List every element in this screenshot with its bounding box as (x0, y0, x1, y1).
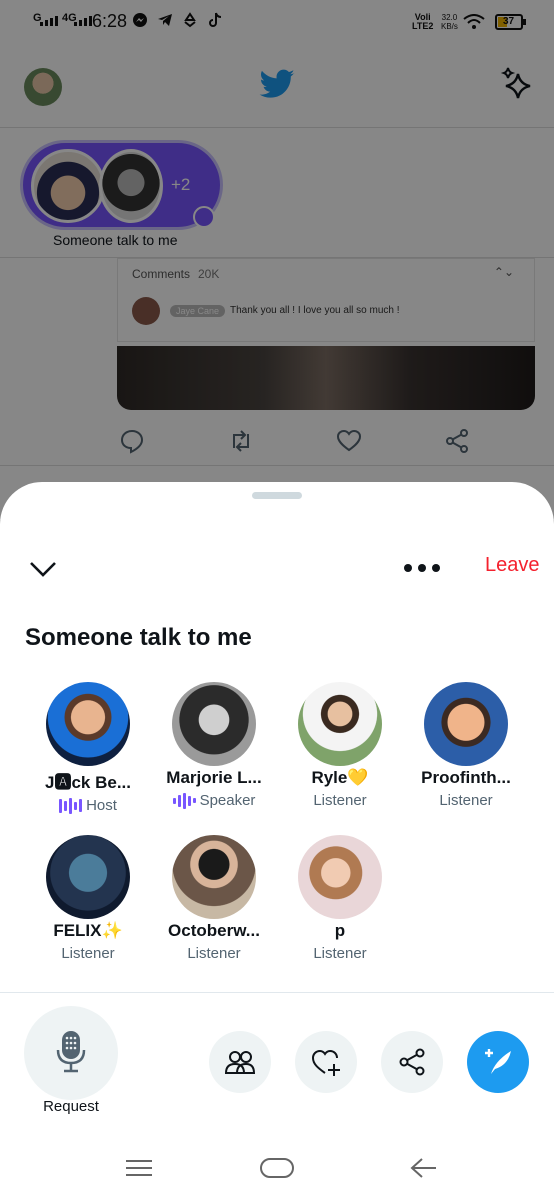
participant-role-row: Speaker (151, 792, 277, 809)
speed-value: 32.0 (441, 13, 458, 22)
participant-name: Proofinth... (421, 768, 511, 787)
network-speed: 32.0 KB/s (441, 13, 458, 31)
avatar (46, 682, 130, 766)
compose-tweet-button[interactable] (467, 1031, 529, 1093)
space-bottom-sheet: Leave Someone talk to me J🅰ck Be... Host… (0, 482, 554, 1200)
participant-name: Ryle💛 (311, 768, 369, 787)
avatar (298, 835, 382, 919)
live-space-card[interactable]: +2 (20, 140, 223, 230)
drag-handle[interactable] (252, 492, 302, 499)
participant-speaker[interactable]: Marjorie L... Speaker (151, 682, 277, 809)
battery-icon: 37 (495, 14, 526, 30)
embedded-comments-panel: Comments 20K ⌃⌄ Jaye Cane Thank you all … (117, 258, 535, 342)
recents-menu-icon[interactable] (124, 1156, 154, 1180)
reply-icon[interactable] (119, 428, 145, 454)
avatar (46, 835, 130, 919)
clock: 6:28 (92, 11, 128, 31)
participant-name: Marjorie L... (166, 768, 262, 787)
avatar (172, 682, 256, 766)
twitter-bird-icon (259, 69, 295, 98)
request-button[interactable] (24, 1006, 118, 1100)
share-space-button[interactable] (381, 1031, 443, 1093)
signal-bars-2-icon (74, 16, 92, 26)
comments-label: Comments (132, 267, 191, 281)
avatar (298, 682, 382, 766)
more-options-icon[interactable] (404, 556, 444, 580)
speed-unit: KB/s (441, 22, 458, 31)
space-title: Someone talk to me (25, 624, 252, 651)
request-label: Request (43, 1098, 99, 1115)
participant-role: Listener (313, 792, 367, 809)
people-icon (225, 1051, 255, 1074)
spaces-badge-icon (193, 206, 215, 228)
home-icon[interactable] (259, 1156, 295, 1180)
controls-divider (0, 992, 554, 993)
leave-button[interactable]: Leave (485, 554, 540, 577)
share-icon (399, 1048, 425, 1076)
audio-wave-icon (172, 792, 196, 809)
tweet-media-card[interactable]: Comments 20K ⌃⌄ Jaye Cane Thank you all … (117, 258, 535, 410)
status-bar: G 4G 6:28 Voli LTE2 32.0 KB/s 37 (0, 0, 554, 44)
microphone-icon (56, 1031, 86, 1073)
participant-listener[interactable]: Octoberw... Listener (151, 835, 277, 962)
participant-role: Speaker (199, 792, 256, 809)
sync-icon (182, 12, 198, 33)
background-timeline: G 4G 6:28 Voli LTE2 32.0 KB/s 37 +2 Some… (0, 0, 554, 520)
avatar (424, 682, 508, 766)
sparkle-icon[interactable] (498, 66, 536, 104)
participant-role: Listener (61, 945, 115, 962)
comments-count: 20K (198, 267, 220, 281)
heart-plus-icon (311, 1049, 340, 1076)
participant-role: Listener (439, 792, 493, 809)
notification-icons (132, 12, 223, 33)
expand-chevron-icon: ⌃⌄ (493, 265, 514, 279)
messenger-icon (132, 12, 148, 33)
signal-bars-1-icon (40, 16, 58, 26)
participant-name: p (334, 921, 346, 940)
react-button[interactable] (295, 1031, 357, 1093)
back-icon[interactable] (408, 1156, 438, 1180)
system-nav-bar (0, 1140, 554, 1200)
telegram-icon (157, 12, 173, 33)
spaces-fleet-row: +2 Someone talk to me (0, 128, 554, 258)
commenter-avatar (132, 297, 160, 325)
audio-wave-icon (59, 797, 83, 814)
participant-name: FELIX✨ (53, 921, 123, 940)
network-type: Voli LTE2 (412, 13, 433, 31)
tiktok-icon (207, 12, 223, 33)
space-speaker-avatar (99, 149, 163, 223)
participant-role: Listener (187, 945, 241, 962)
participant-listener[interactable]: Ryle💛 Listener (277, 682, 403, 809)
participant-listener[interactable]: p Listener (277, 835, 403, 962)
retweet-icon[interactable] (228, 428, 254, 454)
participant-role: Listener (313, 945, 367, 962)
like-icon[interactable] (336, 428, 362, 454)
tweet-image (117, 346, 535, 410)
participant-name: Octoberw... (168, 921, 260, 940)
participant-listener[interactable]: Proofinth... Listener (403, 682, 529, 809)
top-app-bar (0, 50, 554, 128)
participant-role: Host (86, 797, 117, 814)
people-button[interactable] (209, 1031, 271, 1093)
wifi-icon (463, 14, 485, 29)
space-host-avatar (31, 149, 105, 223)
comment-text: Thank you all ! I love you all so much ! (230, 305, 400, 316)
network-lte: LTE2 (412, 21, 434, 31)
share-icon[interactable] (444, 428, 470, 454)
chevron-down-icon[interactable] (28, 554, 58, 584)
space-card-label: Someone talk to me (53, 232, 178, 248)
participant-listener[interactable]: FELIX✨ Listener (25, 835, 151, 962)
commenter-name: Jaye Cane (170, 305, 226, 317)
participant-role-row: Host (25, 797, 151, 814)
avatar (172, 835, 256, 919)
profile-avatar[interactable] (24, 68, 62, 106)
compose-feather-icon (485, 1049, 511, 1074)
participant-name: J🅰ck Be... (45, 773, 131, 792)
participant-host[interactable]: J🅰ck Be... Host (25, 682, 151, 814)
space-extra-count: +2 (171, 175, 191, 194)
battery-level: 37 (503, 16, 515, 27)
tweet-action-bar (0, 420, 554, 466)
